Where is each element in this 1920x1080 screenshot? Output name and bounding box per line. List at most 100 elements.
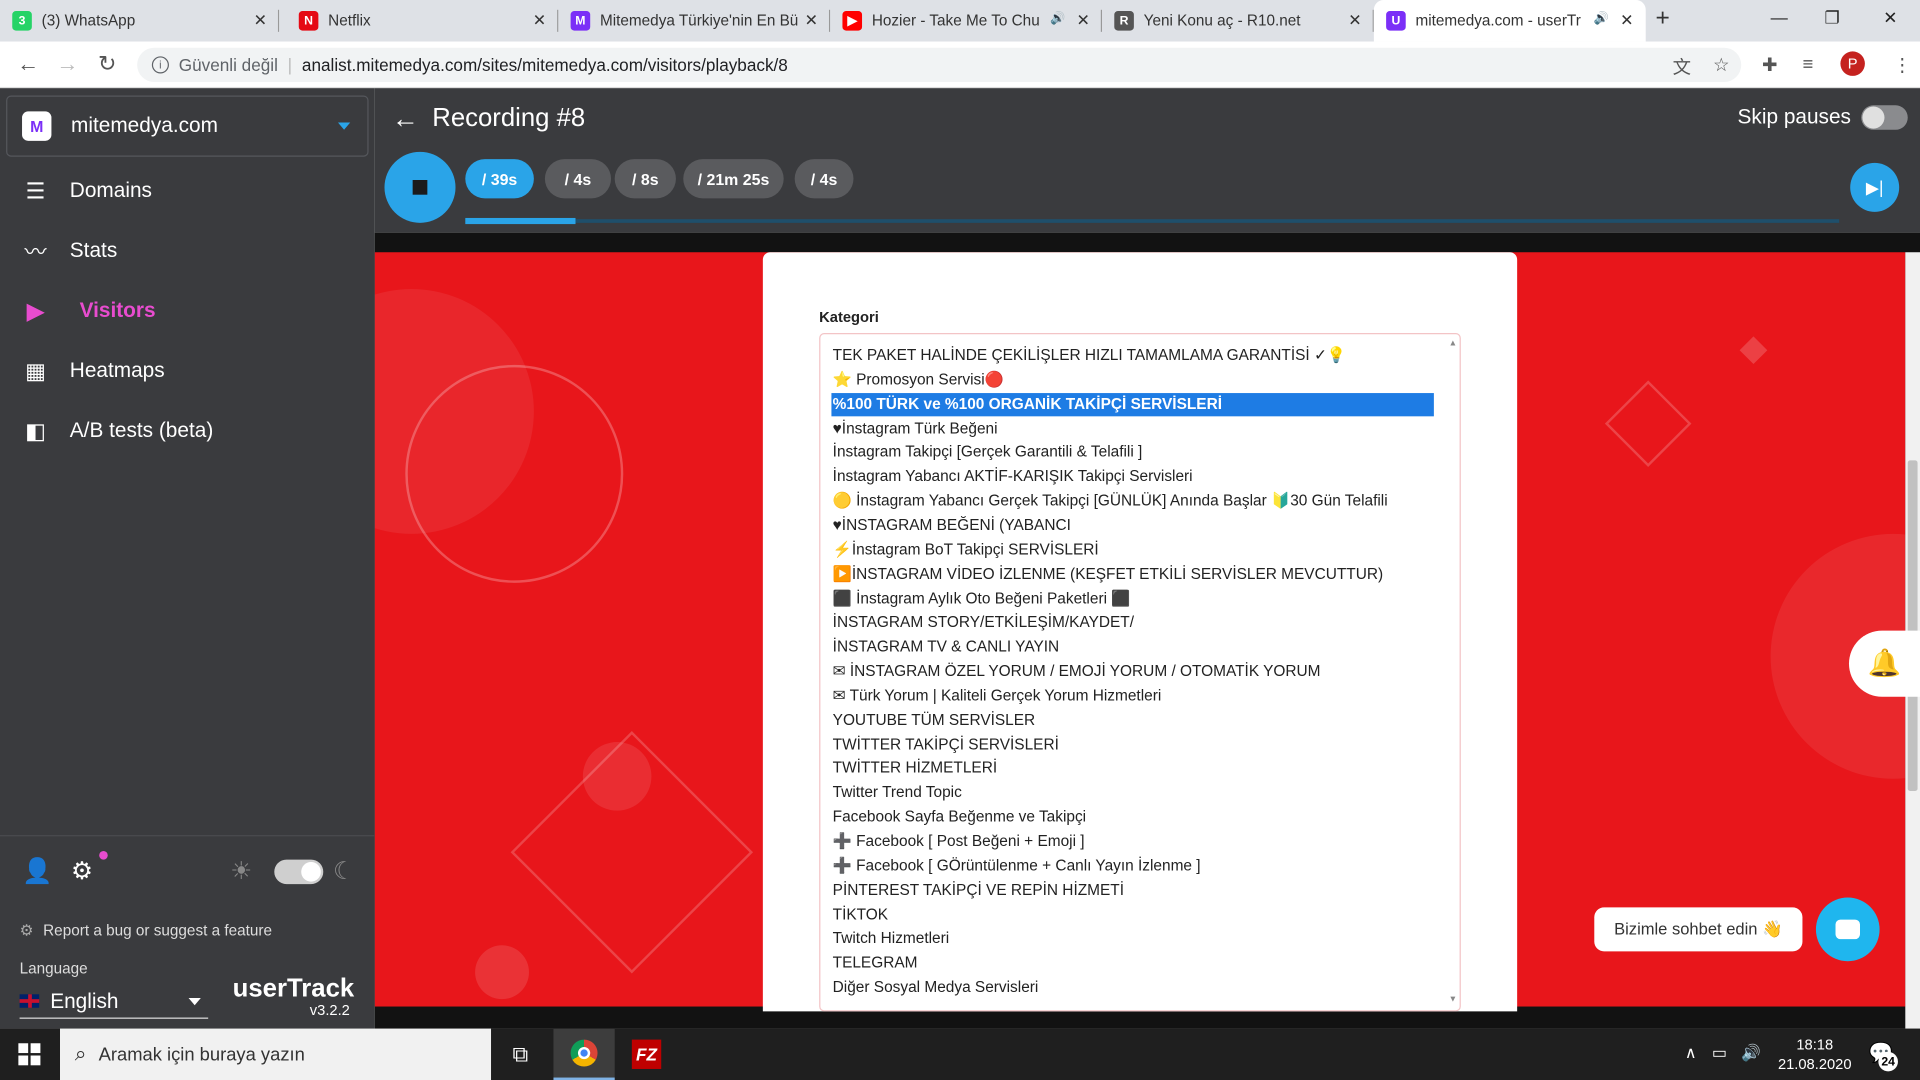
- category-option[interactable]: ⬛ İnstagram Aylık Oto Beğeni Paketleri ⬛: [831, 587, 1433, 610]
- category-option[interactable]: İNSTAGRAM STORY/ETKİLEŞİM/KAYDET/: [831, 611, 1433, 634]
- close-tab-icon[interactable]: ✕: [1620, 11, 1633, 31]
- category-option[interactable]: YOUTUBE TÜM SERVİSLER: [831, 709, 1433, 732]
- chrome-taskbar-icon[interactable]: [553, 1028, 615, 1080]
- category-option[interactable]: ♥İnstagram Türk Beğeni: [831, 417, 1433, 440]
- language-select[interactable]: English: [19, 984, 209, 1019]
- category-option[interactable]: Twitter Trend Topic: [831, 782, 1433, 805]
- network-icon[interactable]: ▭: [1712, 1043, 1727, 1063]
- extensions-icon[interactable]: ✚: [1762, 54, 1777, 76]
- url-field[interactable]: i Güvenli değil | analist.mitemedya.com/…: [137, 47, 1742, 83]
- sidebar-item-heatmaps[interactable]: ▦ Heatmaps: [0, 347, 375, 396]
- close-tab-icon[interactable]: ✕: [533, 11, 546, 31]
- site-selector[interactable]: M mitemedya.com: [6, 95, 369, 157]
- category-option[interactable]: TEK PAKET HALİNDE ÇEKİLİŞLER HIZLI TAMAM…: [831, 344, 1433, 367]
- category-option[interactable]: Facebook Sayfa Beğenme ve Takipçi: [831, 806, 1433, 829]
- category-option[interactable]: TWİTTER TAKİPÇİ SERVİSLERİ: [831, 733, 1433, 756]
- skip-pauses-toggle[interactable]: [1861, 105, 1908, 130]
- category-option[interactable]: ♥İNSTAGRAM BEĞENİ (YABANCI: [831, 514, 1433, 537]
- close-tab-icon[interactable]: ✕: [1348, 11, 1361, 31]
- close-tab-icon[interactable]: ✕: [254, 11, 267, 31]
- back-nav-icon[interactable]: ←: [17, 51, 39, 77]
- browser-tab[interactable]: Umitemedya.com - userTr 🔊 ✕: [1373, 0, 1646, 42]
- tab-title: Netflix: [328, 12, 371, 30]
- category-option[interactable]: TİKTOK: [831, 903, 1433, 926]
- close-tab-icon[interactable]: ✕: [805, 11, 818, 31]
- reload-icon[interactable]: ↻: [98, 51, 116, 77]
- speaker-icon[interactable]: 🔊: [1050, 12, 1065, 25]
- stop-button[interactable]: [384, 151, 456, 223]
- browser-tab[interactable]: 3 (3) WhatsApp ✕: [0, 0, 280, 42]
- category-option[interactable]: ▶️İNSTAGRAM VİDEO İZLENME (KEŞFET ETKİLİ…: [831, 563, 1433, 586]
- browser-tab[interactable]: ▶ Hozier - Take Me To Chu 🔊 ✕: [830, 0, 1103, 42]
- task-view-icon[interactable]: ⧉: [490, 1029, 551, 1080]
- category-option[interactable]: Diğer Sosyal Medya Servisleri: [831, 976, 1433, 999]
- url-divider: |: [287, 55, 293, 75]
- minimize-button[interactable]: —: [1771, 7, 1788, 27]
- profile-avatar[interactable]: P: [1840, 51, 1865, 76]
- close-tab-icon[interactable]: ✕: [1076, 11, 1089, 31]
- media-control-icon[interactable]: ≡: [1802, 54, 1813, 75]
- category-option[interactable]: 🟡 İnstagram Yabancı Gerçek Takipçi [GÜNL…: [831, 490, 1433, 513]
- bookmark-star-icon[interactable]: ☆: [1713, 54, 1729, 76]
- category-listbox[interactable]: TEK PAKET HALİNDE ÇEKİLİŞLER HIZLI TAMAM…: [819, 333, 1461, 1012]
- user-icon[interactable]: 👤: [22, 856, 52, 887]
- progress-track[interactable]: [465, 219, 1840, 223]
- category-option[interactable]: PİNTEREST TAKİPÇİ VE REPİN HİZMETİ: [831, 879, 1433, 902]
- r10-icon: R: [1114, 11, 1134, 31]
- translate-icon[interactable]: 文: [1673, 54, 1691, 80]
- chat-invite[interactable]: Bizimle sohbet edin 👋: [1594, 907, 1803, 952]
- forward-nav-icon[interactable]: →: [56, 51, 78, 77]
- category-option[interactable]: TELEGRAM: [831, 952, 1433, 975]
- recording-segment[interactable]: / 39s: [465, 159, 534, 199]
- category-option[interactable]: TWİTTER HİZMETLERİ: [831, 757, 1433, 780]
- notification-icon[interactable]: 💬24: [1869, 1041, 1898, 1072]
- next-recording-button[interactable]: ▶|: [1850, 162, 1900, 212]
- chat-button[interactable]: [1815, 897, 1880, 962]
- taskbar-search[interactable]: ⌕ Aramak için buraya yazın: [60, 1028, 492, 1080]
- report-bug-link[interactable]: ⚙ Report a bug or suggest a feature: [20, 921, 272, 939]
- dark-mode-toggle[interactable]: [274, 859, 324, 885]
- category-option[interactable]: ⭐ Promosyon Servisi🔴: [831, 368, 1433, 391]
- maximize-button[interactable]: ❐: [1824, 7, 1839, 28]
- category-option[interactable]: ✉ İNSTAGRAM ÖZEL YORUM / EMOJİ YORUM / O…: [831, 660, 1433, 683]
- tv-icon: ▶: [27, 298, 44, 323]
- category-option[interactable]: ➕ Facebook [ Post Beğeni + Emoji ]: [831, 830, 1433, 853]
- form-card: Kategori TEK PAKET HALİNDE ÇEKİLİŞLER HI…: [762, 252, 1518, 1012]
- recording-segment[interactable]: / 4s: [794, 159, 854, 199]
- browser-tab[interactable]: R Yeni Konu aç - R10.net ✕: [1102, 0, 1374, 42]
- category-option[interactable]: ➕ Facebook [ GÖrüntülenme + Canlı Yayın …: [831, 855, 1433, 878]
- category-option[interactable]: İnstagram Yabancı AKTİF-KARIŞIK Takipçi …: [831, 466, 1433, 489]
- category-option[interactable]: Twitch Hizmetleri: [831, 927, 1433, 950]
- menu-dots-icon[interactable]: ⋮: [1893, 54, 1911, 76]
- recording-segment[interactable]: / 21m 25s: [683, 159, 784, 199]
- sidebar-item-domains[interactable]: ☰ Domains: [0, 167, 375, 216]
- volume-icon[interactable]: 🔊: [1741, 1043, 1761, 1063]
- info-icon[interactable]: i: [151, 56, 169, 74]
- sidebar-item-a-b-tests-beta[interactable]: ◧ A/B tests (beta): [0, 407, 375, 456]
- sidebar-item-stats[interactable]: 〰 Stats: [0, 227, 375, 276]
- notification-count: 24: [1878, 1051, 1898, 1072]
- recording-segment[interactable]: / 8s: [614, 159, 676, 199]
- scroll-up-icon[interactable]: ▲: [1449, 339, 1457, 348]
- scroll-down-icon[interactable]: ▼: [1449, 996, 1457, 1005]
- bell-icon[interactable]: 🔔: [1848, 630, 1920, 697]
- recording-segment[interactable]: / 4s: [544, 159, 612, 199]
- windows-start-icon[interactable]: [18, 1043, 41, 1066]
- close-window-button[interactable]: ✕: [1883, 7, 1897, 28]
- gear-icon[interactable]: ⚙: [71, 851, 108, 887]
- category-option[interactable]: ✉ Türk Yorum | Kaliteli Gerçek Yorum Hiz…: [831, 684, 1433, 707]
- speaker-icon[interactable]: 🔊: [1594, 12, 1609, 25]
- browser-tab[interactable]: M Mitemedya Türkiye'nin En Bü ✕: [558, 0, 831, 42]
- back-arrow-icon[interactable]: ←: [392, 103, 419, 135]
- category-option[interactable]: İnstagram Takipçi [Gerçek Garantili & Te…: [831, 441, 1433, 464]
- filezilla-taskbar-icon[interactable]: FZ: [616, 1029, 677, 1080]
- browser-tab[interactable]: N Netflix ✕: [287, 0, 559, 42]
- category-option[interactable]: %100 TÜRK ve %100 ORGANİK TAKİPÇİ SERVİS…: [831, 392, 1434, 416]
- category-option[interactable]: ⚡İnstagram BoT Takipçi SERVİSLERİ: [831, 539, 1433, 562]
- brand-version: v3.2.2: [309, 1001, 350, 1019]
- taskbar-clock[interactable]: 18:18 21.08.2020: [1778, 1035, 1852, 1074]
- tray-chevron-icon[interactable]: ∧: [1685, 1043, 1697, 1063]
- new-tab-button[interactable]: +: [1656, 5, 1670, 33]
- category-option[interactable]: İNSTAGRAM TV & CANLI YAYIN: [831, 636, 1433, 659]
- sidebar-item-visitors[interactable]: ▶ Visitors: [0, 287, 375, 336]
